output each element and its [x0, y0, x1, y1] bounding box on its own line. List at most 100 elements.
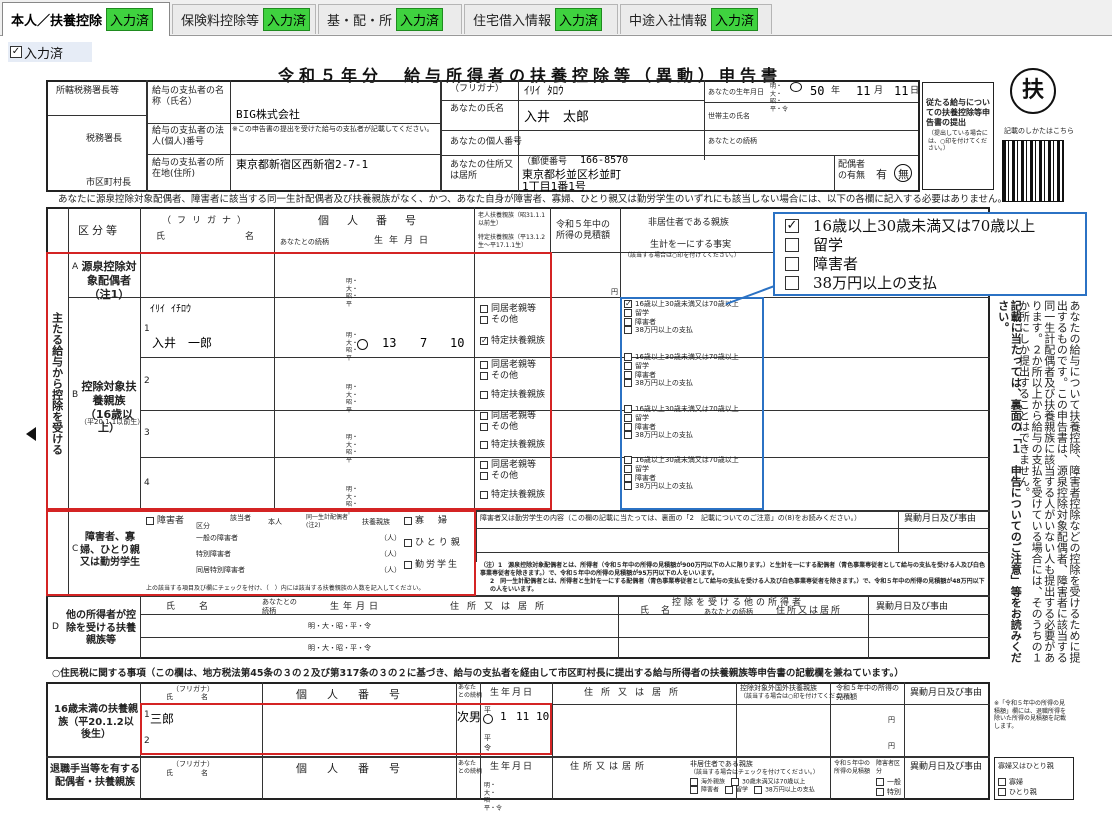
era-circle — [790, 82, 802, 92]
payer-no-label: 給与の支払者の法人(個人)番号 — [152, 126, 225, 148]
under16-side-note: ※「令和５年中の所得の見積額」欄には、退職所得を除いた所得の見積額を記載します。 — [994, 700, 1067, 730]
section-d-other-addr: 住所又は居所 — [776, 606, 843, 616]
tab-label: 住宅借入情報 — [473, 14, 552, 29]
birth-year[interactable]: 50 — [810, 84, 824, 98]
payer-name-label: 給与の支払者の名称（氏名） — [152, 86, 225, 108]
subsidiary-label: 従たる給与についての扶養控除等申告書の提出 — [926, 98, 990, 127]
retire-birth-col: 生年月日 — [490, 762, 535, 772]
payer-no-note: ※この申告書の提出を受けた給与の支払者が記載してください。 — [232, 125, 434, 133]
retire-kojin: 個人番号 — [296, 762, 420, 775]
section-d-letter: D — [52, 622, 59, 632]
tab-label: 中途入社情報 — [629, 14, 708, 29]
under16-addr-col: 住所又は居所 — [584, 688, 687, 698]
tab-basic-spouse-income[interactable]: 基・配・所 入力済 — [318, 4, 462, 34]
tab-main-dependents[interactable]: 本人／扶養控除 入力済 — [2, 2, 170, 36]
section-d-era-2: 明・大・昭・平・令 — [308, 644, 371, 652]
payer-addr-label: 給与の支払者の所在地(住所) — [152, 158, 225, 180]
checkbox-icon — [785, 237, 799, 252]
popup-opt-study[interactable]: 留学 — [785, 235, 1085, 254]
col-furigana: （フリガナ） — [162, 216, 253, 226]
section-d-birth: 生年月日 — [330, 602, 383, 612]
col-nonresident: 非居住者である親族 — [648, 218, 729, 228]
popup-opt-disabled[interactable]: 障害者 — [785, 254, 1085, 273]
status-badge: 入力済 — [396, 8, 444, 31]
retire-dis-general[interactable]: 一般 — [876, 778, 901, 787]
qr-code-icon[interactable] — [1002, 140, 1064, 202]
section-d-label: 他の所得者が控除を受ける扶養親族等 — [66, 610, 136, 646]
retire-relation-col: あなたとの続柄 — [458, 760, 482, 775]
under16-abroad-col: 控除対象外国外扶養親族 — [740, 684, 817, 692]
retire-era: 明・大・昭・平・令 — [484, 782, 503, 812]
red-highlight-under16 — [140, 703, 552, 755]
birth-day[interactable]: 11 — [894, 84, 908, 98]
under16-name-col: 氏名 — [166, 693, 236, 701]
popup-opt-label: 留学 — [813, 236, 844, 254]
under16-birth-col: 生年月日 — [490, 688, 535, 698]
retire-dis-special[interactable]: 特別 — [876, 788, 901, 797]
checkbox-icon: ✓ — [10, 46, 22, 58]
tab-label: 保険料控除等 — [181, 14, 260, 29]
year-unit: 年 — [831, 86, 841, 96]
popup-opt-payment[interactable]: 38万円以上の支払 — [785, 273, 1085, 292]
furigana-value[interactable]: ｲﾘｲ ﾀﾛｳ — [524, 82, 564, 98]
spouse-yes[interactable]: 有 — [876, 168, 887, 182]
tax-office-label: 所轄税務署長等 — [56, 86, 120, 96]
name-label: あなたの氏名 — [450, 104, 505, 114]
retire-nonres-col: 非居住者である親族 — [690, 760, 753, 768]
col-relation: あなたとの続柄 — [280, 238, 329, 246]
blue-highlight-nonresident — [620, 297, 764, 510]
collapse-arrow-icon[interactable] — [26, 427, 36, 441]
section-d-relation: あなたとの続柄 — [262, 598, 297, 615]
retire-addr-col: 住所又は居所 — [570, 762, 649, 772]
under16-kojin: 個人番号 — [296, 688, 420, 701]
retire-widow-frame — [994, 757, 1074, 800]
status-badge: 入力済 — [711, 8, 759, 31]
retire-furigana: （フリガナ） — [172, 760, 214, 768]
address-line2[interactable]: 1丁目1番1号 — [522, 178, 586, 194]
tab-housing-loan[interactable]: 住宅借入情報 入力済 — [464, 4, 618, 34]
retire-nonres-note: （該当する場合はチェックを付けてください。） — [690, 769, 819, 776]
checkbox-icon: ✓ — [785, 217, 799, 233]
status-badge: 入力済 — [555, 8, 603, 31]
form-type-seal: 扶 — [1010, 68, 1056, 114]
col-nonres-note: （該当する場合は○印を付けてください。） — [624, 252, 741, 259]
popup-opt-label: 障害者 — [813, 255, 859, 273]
popup-opt-age[interactable]: ✓ 16歳以上30歳未満又は70歳以上 — [785, 216, 1085, 235]
under16-change-col: 異動月日及び事由 — [910, 688, 983, 698]
tab-insurance[interactable]: 保険料控除等 入力済 — [172, 4, 316, 34]
under16-label: 16歳未満の扶養親族（平20.1.2以後生） — [54, 704, 138, 740]
input-status[interactable]: ✓ 入力済 — [8, 42, 92, 62]
retire-nonres-opts[interactable]: 海外親族 30歳未満又は70歳以上 障害者 留学 38万円以上の支払 — [690, 778, 815, 794]
checkbox-icon — [785, 256, 799, 271]
footnote-1: （注）1 源泉控除対象配偶者とは、所得者（令和５年中の所得の見積額が900万円以… — [480, 562, 985, 577]
tab-label: 本人／扶養控除 — [11, 14, 103, 29]
footnote-2: 2 同一生計配偶者とは、所得者と生計を一にする配偶者（青色事業専従者として給与の… — [490, 578, 985, 593]
status-badge: 入力済 — [263, 8, 311, 31]
retire-income-col: 令和５年中の所得の見積額 — [834, 760, 871, 775]
under16-income-col: 令和５年中の所得の見積額 — [836, 684, 899, 701]
payer-name-value[interactable]: BIG株式会社 — [236, 106, 300, 122]
side-instruction-bold: 記載に当たっては、裏面の「１ 申告についてのご注意」等をお読みください。 — [996, 300, 1023, 663]
popup-opt-label: 16歳以上30歳未満又は70歳以上 — [813, 217, 1036, 235]
relation-label: あなたとの続柄 — [708, 137, 757, 145]
retire-change-col: 異動月日及び事由 — [910, 762, 983, 772]
payer-addr-value[interactable]: 東京都新宿区西新宿2-7-1 — [236, 156, 368, 172]
spouse-label: 配偶者の有無 — [838, 160, 866, 182]
birth-month[interactable]: 11 — [856, 84, 870, 98]
col-kubun: 区分等 — [78, 224, 120, 237]
name-value[interactable]: 入井 太郎 — [524, 106, 589, 125]
address-label: あなたの住所又は居所 — [450, 160, 514, 182]
child-2-yen: 円 — [888, 742, 895, 750]
nonresident-popup[interactable]: ✓ 16歳以上30歳未満又は70歳以上 留学 障害者 38万円以上の支払 — [773, 212, 1087, 296]
tab-midyear-join[interactable]: 中途入社情報 入力済 — [620, 4, 772, 34]
notice-text: あなたに源泉控除対象配偶者、障害者に該当する同一生計配偶者及び扶養親族がなく、か… — [58, 194, 1008, 205]
section-a-yen: 円 — [611, 288, 618, 296]
birth-era: 明・大・昭・平・令 — [770, 83, 789, 113]
resident-tax-notice: ○住民税に関する事項（この欄は、地方税法第45条の３の２及び第317条の３の２に… — [52, 668, 904, 679]
postal-value[interactable]: 166-8570 — [580, 155, 628, 166]
section-d-addr: 住所又は居所 — [450, 602, 553, 612]
retire-label: 退職手当等を有する配偶者・扶養親族 — [50, 764, 140, 788]
col-kojin: 個人番号 — [318, 214, 434, 227]
howto-link[interactable]: 記載のしかたはこちら — [1004, 127, 1074, 136]
city-chief-label: 市区町村長 — [86, 178, 132, 188]
